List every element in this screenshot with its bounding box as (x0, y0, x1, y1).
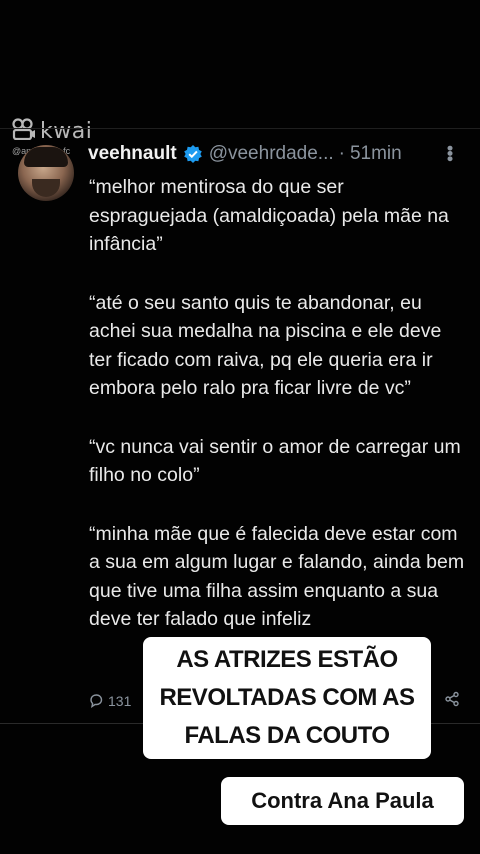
tweet-card[interactable]: veehnault @veehrdade... · 51min ••• “mel… (0, 128, 480, 724)
more-options-icon[interactable]: ••• (439, 145, 460, 161)
verified-badge-icon (183, 144, 203, 164)
main-caption: AS ATRIZES ESTÃO REVOLTADAS COM AS FALAS… (143, 637, 431, 759)
tweet-paragraph-1: “melhor mentirosa do que ser espraguejad… (89, 176, 449, 255)
timestamp[interactable]: 51min (350, 143, 402, 165)
reply-icon (88, 692, 104, 711)
tweet-header: veehnault @veehrdade... · 51min ••• (88, 141, 460, 167)
tweet-paragraph-2: “até o seu santo quis te abandonar, eu a… (89, 291, 442, 400)
separator-dot: · (338, 143, 345, 164)
tweet-paragraph-4: “minha mãe que é falecida deve estar com… (89, 522, 465, 631)
display-name[interactable]: veehnault (88, 143, 177, 165)
avatar[interactable] (18, 145, 74, 201)
tweet-text: “melhor mentirosa do que ser espraguejad… (89, 173, 465, 664)
user-handle[interactable]: @veehrdade... (209, 143, 334, 165)
sub-caption: Contra Ana Paula (221, 777, 464, 825)
tweet-paragraph-3: “vc nunca vai sentir o amor de carregar … (89, 435, 461, 487)
reply-count: 131 (108, 693, 132, 709)
reply-button[interactable]: 131 (88, 692, 131, 711)
share-icon[interactable] (444, 691, 460, 710)
